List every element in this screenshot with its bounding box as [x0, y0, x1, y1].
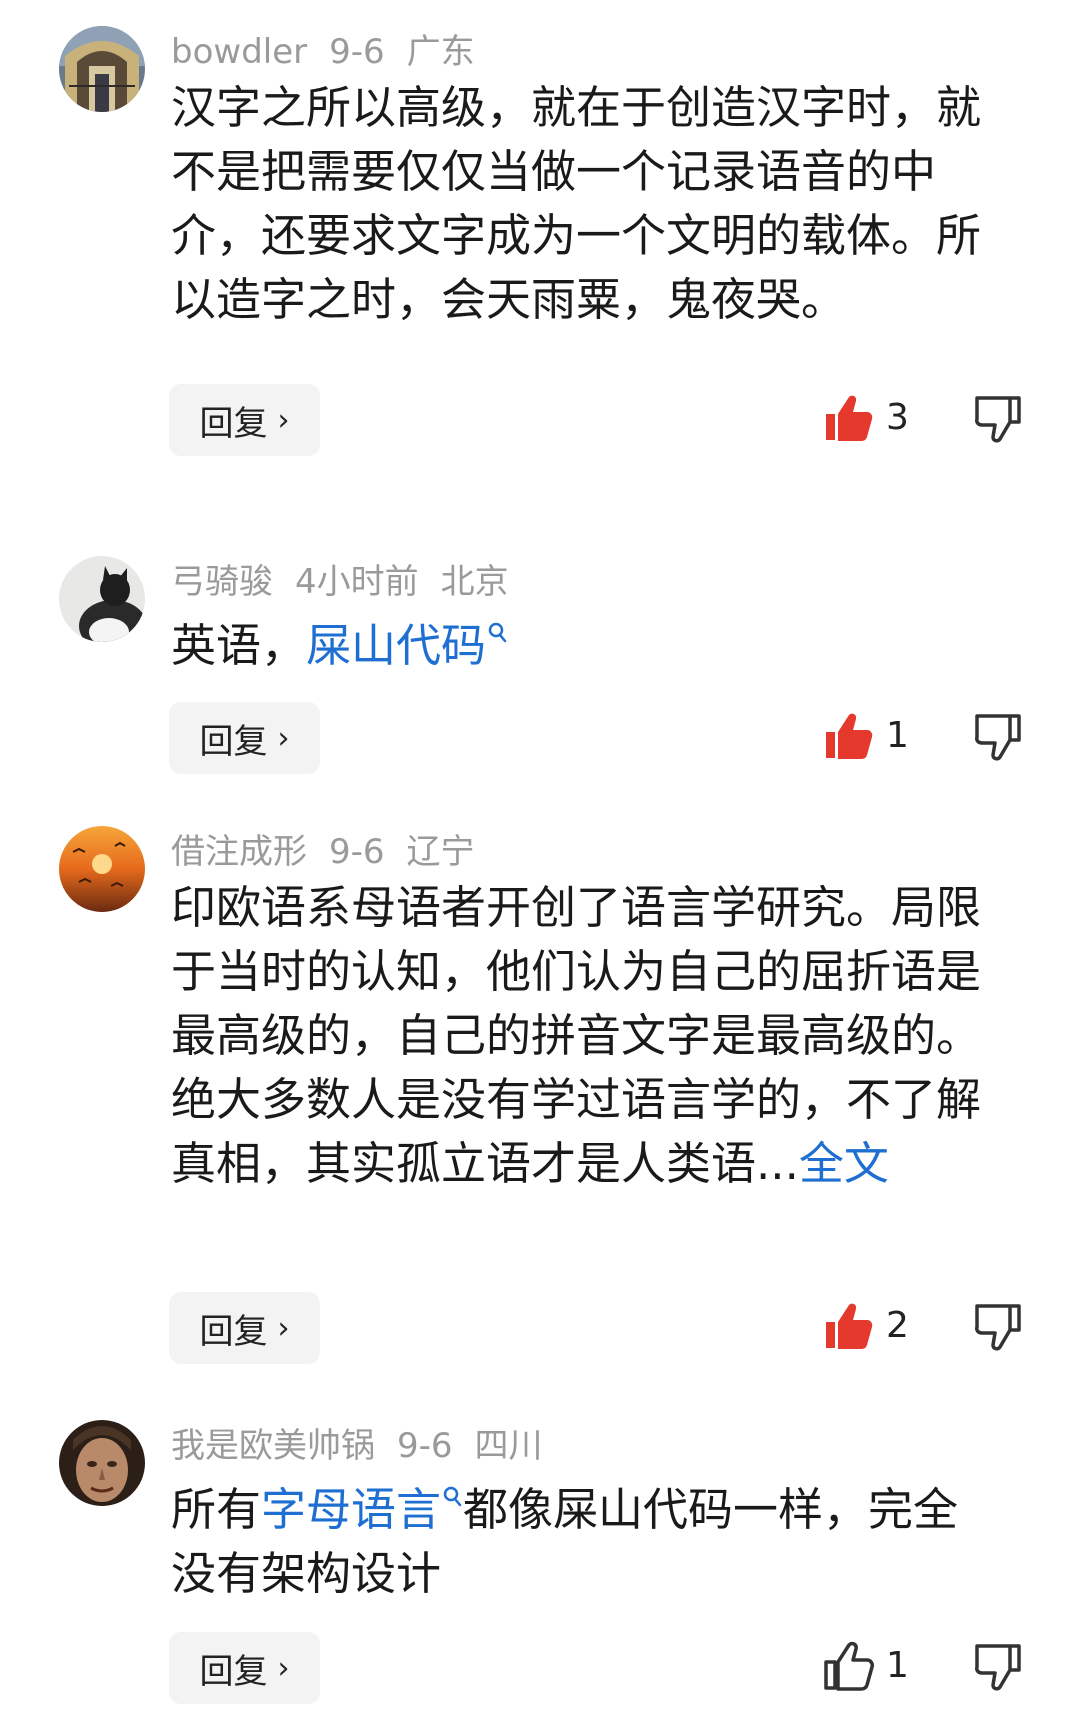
reply-button[interactable]: 回复 ›	[169, 384, 320, 456]
comment-paragraph: 绝大多数人是没有学过语言学的，不了解真相，其实孤立语才是人类语...全文	[171, 1068, 1001, 1196]
reply-label: 回复	[199, 1651, 268, 1692]
comment-text-before: 英语，	[171, 619, 307, 672]
chevron-right-icon: ›	[277, 402, 290, 438]
comment-paragraph: 印欧语系母语者开创了语言学研究。局限于当时的认知，他们认为自己的屈折语是最高级的…	[171, 881, 982, 1062]
comment-location: 北京	[440, 562, 509, 602]
avatar[interactable]	[59, 556, 145, 642]
comment-item: 我是欧美帅锅 9-6 四川 所有字母语言 都像屎山代码一样，完全没有架构设计 回复 › …	[0, 1420, 1067, 1710]
reply-label: 回复	[199, 1311, 268, 1352]
search-keyword-link[interactable]: 屎山代码	[306, 619, 486, 672]
like-count: 3	[886, 397, 909, 438]
avatar[interactable]	[59, 26, 145, 112]
username[interactable]: bowdler	[171, 32, 307, 72]
comment-text: 所有字母语言 都像屎山代码一样，完全没有架构设计	[171, 1478, 1001, 1606]
search-icon	[443, 1486, 462, 1507]
username[interactable]: 借注成形	[171, 832, 307, 872]
comment-time: 9-6	[397, 1426, 453, 1466]
reply-button[interactable]: 回复 ›	[169, 1632, 320, 1704]
comment-time: 9-6	[329, 832, 385, 872]
reply-label: 回复	[199, 403, 268, 444]
comment-time: 4小时前	[295, 562, 419, 602]
chevron-right-icon: ›	[277, 1310, 290, 1346]
search-icon	[488, 622, 507, 643]
comment-text: 英语，屎山代码	[171, 614, 1001, 678]
username[interactable]: 我是欧美帅锅	[171, 1426, 375, 1466]
comment-text-before: 所有	[171, 1483, 262, 1536]
username[interactable]: 弓骑骏	[171, 562, 273, 602]
thumbs-down-icon[interactable]	[972, 710, 1024, 762]
avatar[interactable]	[59, 1420, 145, 1506]
avatar[interactable]	[59, 826, 145, 912]
comment-location: 四川	[474, 1426, 543, 1466]
chevron-right-icon: ›	[277, 1650, 290, 1686]
like-count: 1	[886, 1645, 909, 1686]
comment-meta: 我是欧美帅锅 9-6 四川	[171, 1426, 565, 1466]
like-count: 1	[886, 715, 909, 756]
reply-label: 回复	[199, 721, 268, 762]
like-count: 2	[886, 1305, 909, 1346]
comment-meta: 弓骑骏 4小时前 北京	[171, 562, 531, 602]
thumbs-up-icon[interactable]	[822, 710, 874, 762]
thumbs-up-icon[interactable]	[822, 1300, 874, 1352]
search-keyword-link[interactable]: 字母语言	[261, 1483, 441, 1536]
comment-text: 汉字之所以高级，就在于创造汉字时，就不是把需要仅仅当做一个记录语音的中介，还要求…	[171, 81, 982, 326]
comment-text: 印欧语系母语者开创了语言学研究。局限于当时的认知，他们认为自己的屈折语是最高级的…	[171, 876, 1001, 1196]
comment-meta: bowdler 9-6 广东	[171, 32, 497, 72]
reply-button[interactable]: 回复 ›	[169, 1292, 320, 1364]
comment-item: 借注成形 9-6 辽宁 印欧语系母语者开创了语言学研究。局限于当时的认知，他们认为自…	[0, 826, 1067, 1364]
thumbs-down-icon[interactable]	[972, 392, 1024, 444]
comment-location: 广东	[406, 32, 475, 72]
thumbs-down-icon[interactable]	[972, 1640, 1024, 1692]
thumbs-up-icon[interactable]	[822, 1640, 874, 1692]
comment-item: 弓骑骏 4小时前 北京 英语，屎山代码 回复 › 1	[0, 556, 1067, 774]
thumbs-down-icon[interactable]	[972, 1300, 1024, 1352]
comment-location: 辽宁	[406, 832, 475, 872]
chevron-right-icon: ›	[277, 720, 290, 756]
read-more-link[interactable]: 全文	[799, 1137, 889, 1190]
thumbs-up-icon[interactable]	[822, 392, 874, 444]
comment-item: bowdler 9-6 广东 汉字之所以高级，就在于创造汉字时，就不是把需要仅仅当做…	[0, 26, 1067, 456]
comment-meta: 借注成形 9-6 辽宁	[171, 832, 497, 872]
reply-button[interactable]: 回复 ›	[169, 702, 320, 774]
comment-time: 9-6	[329, 32, 385, 72]
